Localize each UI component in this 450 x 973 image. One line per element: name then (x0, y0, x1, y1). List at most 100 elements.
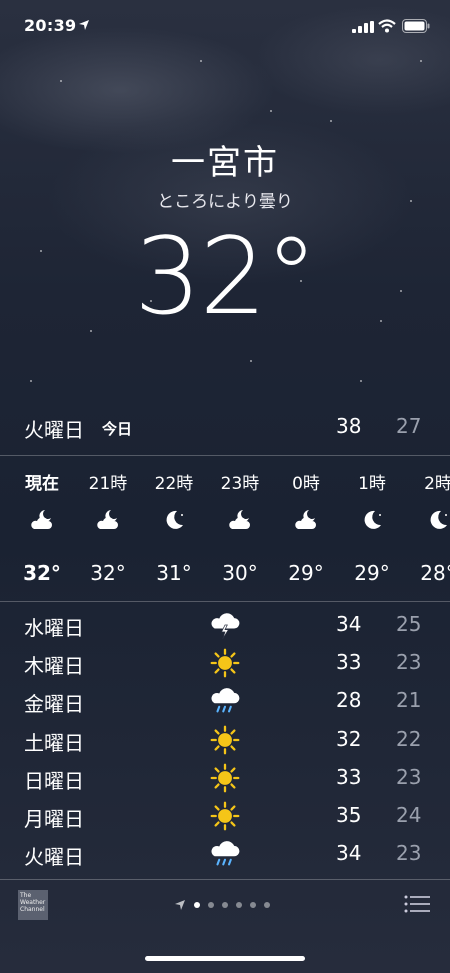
status-time: 20:39 (24, 16, 77, 35)
hourly-time: 0時 (292, 474, 320, 494)
today-low: 27 (396, 414, 422, 438)
hourly-item: 23時 30° (207, 457, 273, 600)
today-day-name: 火曜日 (24, 418, 84, 442)
cloud-moon-icon (293, 507, 319, 533)
day-low: 23 (396, 764, 422, 789)
star (420, 60, 422, 62)
home-indicator[interactable] (145, 956, 305, 961)
hourly-temperature: 31° (156, 561, 192, 585)
day-high: 34 (336, 841, 362, 866)
moon-icon (161, 507, 187, 533)
hourly-temperature: 30° (222, 561, 258, 585)
hourly-time: 21時 (88, 474, 128, 494)
day-name: 月曜日 (24, 807, 84, 831)
today-label: 今日 (102, 420, 133, 438)
hourly-item: 21時 32° (75, 457, 141, 600)
day-low: 22 (396, 726, 422, 751)
city-name: 一宮市 (171, 143, 279, 183)
sun-icon (210, 725, 240, 755)
daily-row: 木曜日 33 23 (0, 644, 450, 682)
daily-row: 土曜日 32 22 (0, 721, 450, 759)
page-dot[interactable] (222, 902, 228, 908)
day-low: 23 (396, 650, 422, 675)
daily-row: 日曜日 33 23 (0, 759, 450, 797)
hourly-item: 現在 32° (9, 457, 75, 600)
battery-icon (402, 19, 430, 33)
page-dot[interactable] (208, 902, 214, 908)
hourly-temperature: 29° (354, 561, 390, 585)
cellular-signal-icon (352, 21, 374, 33)
star (360, 380, 362, 382)
day-high: 28 (336, 688, 362, 713)
today-high: 38 (336, 414, 362, 438)
weather-condition: ところにより曇り (157, 192, 293, 212)
page-dot[interactable] (264, 902, 270, 908)
hourly-forecast[interactable]: 現在 32° 21時 32° 22時 31° 23時 30° 0時 29° 1時 29° 2時 28° (0, 457, 450, 600)
sun-icon (210, 648, 240, 678)
hourly-item: 0時 29° (273, 457, 339, 600)
hourly-item: 2時 28° (405, 457, 450, 600)
star (250, 360, 252, 362)
rain-cloud-icon (210, 839, 240, 869)
page-dot[interactable] (194, 902, 200, 908)
day-low: 25 (396, 612, 422, 636)
page-dot[interactable] (236, 902, 242, 908)
hourly-time: 2時 (424, 474, 450, 494)
cloud-moon-icon (95, 507, 121, 533)
weather-channel-logo[interactable]: The Weather Channel (18, 890, 48, 920)
hourly-temperature: 28° (420, 561, 450, 585)
hourly-time: 1時 (358, 474, 386, 494)
day-name: 木曜日 (24, 654, 84, 679)
hourly-time: 22時 (154, 474, 194, 494)
day-high: 32 (336, 726, 362, 751)
star (30, 380, 32, 382)
moon-icon (359, 507, 385, 533)
location-list-icon[interactable] (404, 895, 430, 913)
day-high: 33 (336, 764, 362, 789)
star (330, 120, 332, 122)
rain-cloud-icon (210, 686, 240, 716)
hourly-item: 1時 29° (339, 457, 405, 600)
wifi-icon (378, 19, 396, 33)
daily-row: 水曜日 34 25 (0, 606, 450, 644)
daily-row: 月曜日 35 24 (0, 797, 450, 835)
day-low: 23 (396, 841, 422, 866)
bottom-toolbar: The Weather Channel (0, 880, 450, 940)
status-bar: 20:39 (0, 0, 450, 54)
day-high: 34 (336, 612, 362, 636)
cloud-moon-icon (227, 507, 253, 533)
hourly-time: 23時 (220, 474, 260, 494)
day-name: 土曜日 (24, 730, 84, 755)
daily-row: 火曜日 34 23 (0, 835, 450, 873)
sun-icon (210, 801, 240, 831)
star (270, 110, 272, 112)
day-high: 33 (336, 650, 362, 675)
page-indicator[interactable] (174, 898, 270, 912)
hourly-temperature: 32° (90, 561, 126, 585)
day-low: 21 (396, 688, 422, 713)
star (60, 80, 62, 82)
day-name: 火曜日 (24, 845, 84, 870)
star (200, 60, 202, 62)
divider (0, 455, 450, 456)
day-name: 金曜日 (24, 692, 84, 717)
today-summary: 火曜日 今日 38 27 (0, 408, 450, 448)
day-name: 日曜日 (24, 768, 84, 793)
current-location-icon (175, 900, 185, 910)
thunderstorm-icon (210, 610, 240, 640)
current-temperature: 32° (134, 215, 318, 338)
day-low: 24 (396, 803, 422, 827)
day-high: 35 (336, 803, 362, 827)
moon-icon (425, 507, 450, 533)
location-header: 一宮市 ところにより曇り (0, 135, 450, 212)
location-arrow-icon (79, 20, 89, 30)
hourly-temperature: 29° (288, 561, 324, 585)
sun-icon (210, 763, 240, 793)
hourly-temperature: 32° (23, 561, 61, 585)
day-name: 水曜日 (24, 616, 84, 640)
daily-row: 金曜日 28 21 (0, 682, 450, 720)
page-dot[interactable] (250, 902, 256, 908)
hourly-item: 22時 31° (141, 457, 207, 600)
cloud-moon-icon (29, 507, 55, 533)
divider (0, 601, 450, 602)
